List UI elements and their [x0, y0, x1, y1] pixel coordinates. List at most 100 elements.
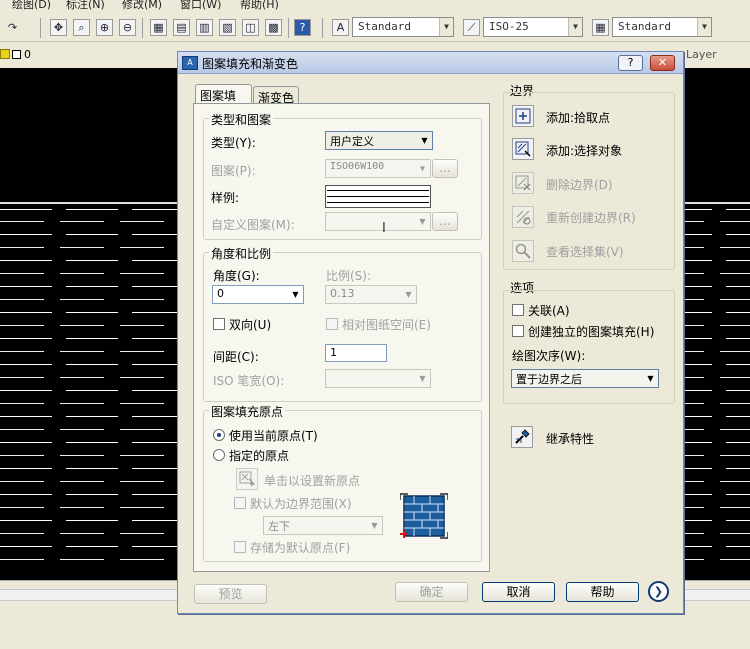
associative-label: 关联(A) [528, 304, 570, 318]
pick-points-icon[interactable] [512, 105, 534, 127]
menu-dimension[interactable]: 标注(N) [66, 0, 105, 12]
close-button[interactable]: ✕ [650, 55, 675, 71]
specified-origin-radio[interactable] [213, 449, 225, 461]
pattern-value: ISO06W100 [330, 161, 385, 172]
origin-legend: 图案填充原点 [209, 403, 286, 420]
default-extent-checkbox[interactable] [234, 497, 246, 509]
text-style-combo[interactable]: Standard ▼ [352, 17, 454, 37]
toolbar-separator [40, 18, 41, 38]
menu-help[interactable]: 帮助(H) [240, 0, 279, 12]
chevron-down-icon: ▼ [697, 18, 711, 36]
chevron-down-icon: ▼ [439, 18, 453, 36]
design-center-icon[interactable]: ▤ [173, 19, 190, 36]
current-layer-name[interactable]: 0 [24, 48, 31, 61]
zoom-realtime-icon[interactable]: ⌕ [73, 19, 90, 36]
menu-draw[interactable]: 绘图(D) [12, 0, 51, 12]
click-set-origin-icon[interactable] [236, 468, 258, 490]
recreate-boundary-label[interactable]: 重新创建边界(R) [546, 209, 636, 226]
iso-pen-select[interactable]: ▼ [325, 369, 431, 388]
tab-hatch[interactable]: 图案填充 [195, 84, 252, 120]
sample-line [327, 196, 429, 197]
store-default-checkbox[interactable] [234, 541, 246, 553]
view-selection-icon[interactable] [512, 240, 534, 262]
toolbar-separator [322, 18, 323, 38]
table-style-combo[interactable]: Standard ▼ [612, 17, 712, 37]
help-icon[interactable]: ? [294, 19, 311, 36]
recreate-boundary-icon[interactable] [512, 206, 534, 228]
angle-select[interactable]: 0 ▼ [212, 285, 304, 304]
menu-window[interactable]: 窗口(W) [180, 0, 221, 12]
chevron-down-icon: ▼ [647, 374, 654, 383]
sheet-set-icon[interactable]: ▧ [219, 19, 236, 36]
angle-scale-legend: 角度和比例 [209, 245, 274, 262]
help-button[interactable]: 帮助 [566, 582, 639, 602]
draw-order-value: 置于边界之后 [516, 373, 582, 386]
text-style-icon[interactable]: A [332, 19, 349, 36]
chevron-down-icon: ▼ [419, 374, 426, 383]
type-label: 类型(Y): [211, 136, 256, 150]
text-style-value: Standard [358, 20, 411, 33]
hatch-gradient-dialog: A 图案填充和渐变色 ? ✕ 图案填充 渐变色 类型和图案 类型(Y): 用户定… [177, 51, 684, 614]
use-current-origin-radio[interactable] [213, 429, 225, 441]
inherit-properties-icon[interactable] [511, 426, 533, 448]
chevron-down-icon: ▼ [421, 136, 428, 145]
store-default-label: 存储为默认原点(F) [250, 541, 351, 555]
select-objects-icon[interactable] [512, 138, 534, 160]
associative-checkbox[interactable] [512, 304, 524, 316]
scale-select[interactable]: 0.13 ▼ [325, 285, 417, 304]
layer-label: Layer [686, 48, 717, 61]
dialog-titlebar[interactable]: A 图案填充和渐变色 ? ✕ [178, 52, 683, 74]
sample-preview[interactable] [325, 185, 431, 208]
more-options-button[interactable]: ❯ [648, 581, 669, 602]
help-title-button[interactable]: ? [618, 55, 643, 71]
custom-browse-button[interactable]: ... [432, 212, 458, 231]
preview-button[interactable]: 预览 [194, 584, 267, 604]
view-selection-label[interactable]: 查看选择集(V) [546, 243, 624, 260]
type-select[interactable]: 用户定义 ▼ [325, 131, 433, 150]
pattern-select[interactable]: ISO06W100 ▼ [325, 159, 431, 178]
menu-modify[interactable]: 修改(M) [122, 0, 162, 12]
angle-label: 角度(G): [213, 269, 260, 283]
independent-hatch-checkbox[interactable] [512, 325, 524, 337]
chevron-down-icon: ▼ [568, 18, 582, 36]
dim-style-value: ISO-25 [489, 20, 529, 33]
remove-boundary-label[interactable]: 删除边界(D) [546, 176, 613, 193]
tab-gradient[interactable]: 渐变色 [253, 86, 299, 105]
draw-order-select[interactable]: 置于边界之后 ▼ [511, 369, 659, 388]
custom-pattern-select[interactable]: ▼ [325, 212, 431, 231]
cancel-button[interactable]: 取消 [482, 582, 555, 602]
markup-icon[interactable]: ◫ [242, 19, 259, 36]
scale-label: 比例(S): [326, 269, 372, 283]
tool-palettes-icon[interactable]: ▥ [196, 19, 213, 36]
text-cursor-icon: I [382, 221, 386, 236]
specified-origin-label: 指定的原点 [229, 449, 290, 463]
dim-style-icon[interactable]: ⟋ [463, 19, 480, 36]
zoom-previous-icon[interactable]: ⊖ [119, 19, 136, 36]
relative-paper-checkbox[interactable] [326, 318, 338, 330]
origin-preview-icon [399, 492, 449, 540]
redo-icon[interactable]: ↷ [4, 19, 21, 36]
dim-style-combo[interactable]: ISO-25 ▼ [483, 17, 583, 37]
sample-label: 样例: [211, 191, 240, 205]
hatch-tab-page: 类型和图案 类型(Y): 用户定义 ▼ 图案(P): ISO06W100 ▼ ...… [193, 103, 490, 572]
zoom-window-icon[interactable]: ⊕ [96, 19, 113, 36]
extent-position-select[interactable]: 左下 ▼ [263, 516, 383, 535]
inherit-properties-label[interactable]: 继承特性 [546, 430, 594, 447]
add-pick-points-label[interactable]: 添加:拾取点 [546, 109, 610, 126]
table-style-icon[interactable]: ▦ [592, 19, 609, 36]
double-checkbox[interactable] [213, 318, 225, 330]
spacing-input[interactable]: 1 [325, 344, 387, 362]
calculator-icon[interactable]: ▩ [265, 19, 282, 36]
ok-button[interactable]: 确定 [395, 582, 468, 602]
toolbar-separator [142, 18, 143, 38]
chevron-down-icon: ▼ [292, 290, 299, 299]
pan-icon[interactable]: ✥ [50, 19, 67, 36]
remove-boundary-icon[interactable] [512, 172, 534, 194]
layer-sun-icon [0, 49, 10, 59]
chevron-down-icon: ▼ [371, 521, 378, 530]
table-style-value: Standard [618, 20, 671, 33]
properties-icon[interactable]: ▦ [150, 19, 167, 36]
add-select-objects-label[interactable]: 添加:选择对象 [546, 142, 622, 159]
draw-order-label: 绘图次序(W): [512, 349, 586, 363]
pattern-browse-button[interactable]: ... [432, 159, 458, 178]
